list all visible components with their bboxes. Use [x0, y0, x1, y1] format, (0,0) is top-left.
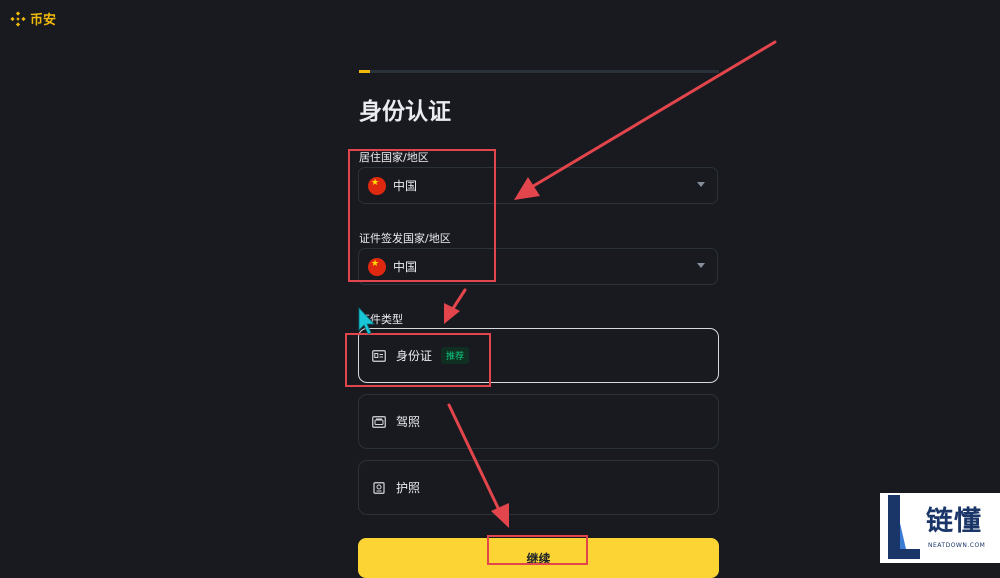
- brand-logo[interactable]: 币安: [10, 9, 56, 28]
- id-card-icon: [372, 349, 386, 362]
- china-flag-icon: [368, 257, 386, 276]
- document-option-driver-license[interactable]: 驾照: [358, 394, 719, 449]
- recommended-badge: 推荐: [441, 347, 470, 364]
- document-option-label: 身份证: [396, 349, 433, 363]
- document-option-id-card[interactable]: 身份证 推荐: [358, 328, 719, 383]
- watermark-subtext: NEATDOWN.COM: [928, 542, 986, 549]
- chevron-down-icon: [697, 182, 705, 187]
- progress-bar: [359, 70, 719, 73]
- watermark: 链懂 NEATDOWN.COM: [880, 493, 1000, 563]
- document-option-label: 护照: [396, 481, 421, 495]
- chevron-down-icon: [697, 263, 705, 268]
- document-type-label: 证件类型: [359, 313, 403, 326]
- driver-license-icon: [372, 415, 386, 428]
- continue-label: 继续: [526, 552, 551, 566]
- issuing-label: 证件签发国家/地区: [359, 232, 451, 245]
- annotation-arrow: [444, 288, 467, 324]
- passport-icon: [373, 481, 385, 494]
- watermark-logo-icon: [888, 495, 920, 559]
- brand-name: 币安: [30, 13, 57, 28]
- continue-button[interactable]: 继续: [358, 538, 719, 578]
- progress-fill: [359, 70, 370, 73]
- residence-label: 居住国家/地区: [359, 151, 429, 164]
- document-option-passport[interactable]: 护照: [358, 460, 719, 515]
- document-option-label: 驾照: [396, 415, 421, 429]
- residence-select[interactable]: 中国: [358, 167, 718, 204]
- issuing-select[interactable]: 中国: [358, 248, 718, 285]
- residence-value: 中国: [393, 179, 418, 193]
- watermark-text: 链懂: [926, 506, 982, 537]
- binance-logo-icon: [10, 10, 26, 27]
- china-flag-icon: [368, 176, 386, 195]
- issuing-value: 中国: [393, 260, 418, 274]
- page-title: 身份认证: [359, 99, 451, 125]
